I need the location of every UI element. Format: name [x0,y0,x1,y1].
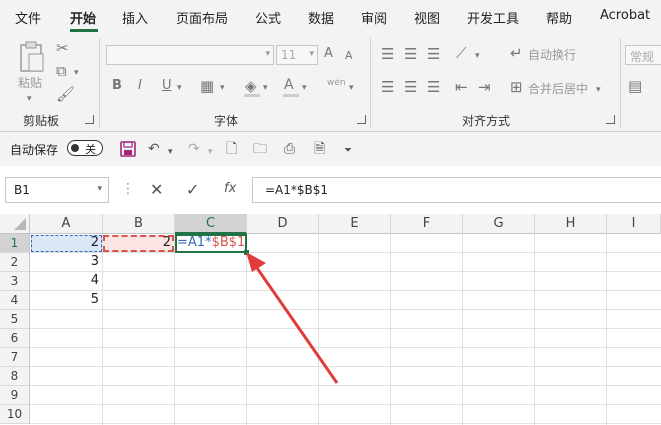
arrow-shaft [255,267,339,384]
annotation-arrow [246,252,339,384]
arrow-head [246,252,266,272]
